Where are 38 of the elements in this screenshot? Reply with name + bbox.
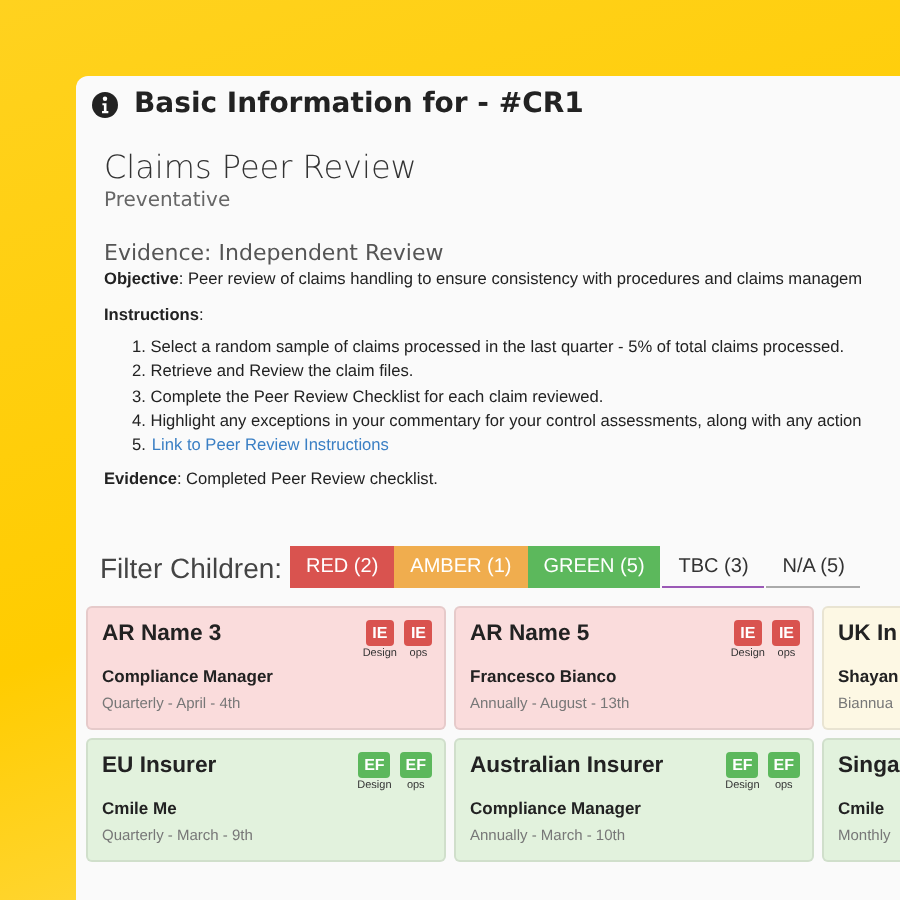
card-title: AR Name 3 <box>102 622 222 647</box>
card-owner: Cmile Me <box>102 798 179 819</box>
rating-badge: EF <box>767 752 800 779</box>
instruction-step: 1. Select a random sample of claims processed in the last quarter - 5% of total claims processed. <box>132 334 900 359</box>
step-number: 5. <box>132 432 146 457</box>
card-title: AR Name 5 <box>470 622 590 647</box>
card-owner: Compliance Manager <box>102 666 275 687</box>
instruction-step: 2. Retrieve and Review the claim files. <box>132 358 900 384</box>
card-title: Australian Insurer <box>470 754 664 779</box>
card-owner: Shayan <box>838 666 900 687</box>
rating-badge: IE <box>734 620 762 647</box>
filter-tab[interactable]: RED (2) <box>290 546 395 589</box>
evidence-heading: Evidence: Independent Review <box>104 240 446 266</box>
panel-title: Basic Information for - #CR1 <box>134 88 584 120</box>
info-icon <box>92 91 118 117</box>
rating-badge: IE <box>772 620 800 647</box>
rating-badge: IE <box>404 620 432 647</box>
rating-badge: EF <box>358 752 391 779</box>
rating-badge: EF <box>726 752 759 779</box>
filter-tab[interactable]: N/A (5) <box>766 546 861 589</box>
card-owner: Compliance Manager <box>470 798 643 819</box>
instruction-step: 4. Highlight any exceptions in your commentary for your control assessments, along with any action <box>132 407 900 433</box>
instructions-link[interactable]: Link to Peer Review Instructions <box>151 432 389 457</box>
instruction-step: 3. Complete the Peer Review Checklist for each claim reviewed. <box>132 383 900 408</box>
evidence-text: Evidence: Completed Peer Review checklist. <box>104 466 440 491</box>
filter-label: Filter Children: <box>100 551 283 584</box>
card-title: Singa <box>838 754 900 779</box>
card-owner: Cmile <box>838 798 887 819</box>
filter-tab[interactable]: TBC (3) <box>662 546 765 589</box>
card-title: EU Insurer <box>102 754 217 779</box>
control-type: Preventative <box>104 190 233 212</box>
rating-badge: EF <box>399 752 432 779</box>
instructions-label: Instructions: <box>104 302 206 326</box>
card-title: UK In <box>838 622 897 647</box>
card-owner: Francesco Bianco <box>470 666 619 687</box>
control-name: Claims Peer Review <box>104 148 419 186</box>
rating-badge: IE <box>366 620 394 647</box>
objective-text: Objective: Peer review of claims handling to ensure consistency with procedures and claims managem <box>104 266 865 290</box>
